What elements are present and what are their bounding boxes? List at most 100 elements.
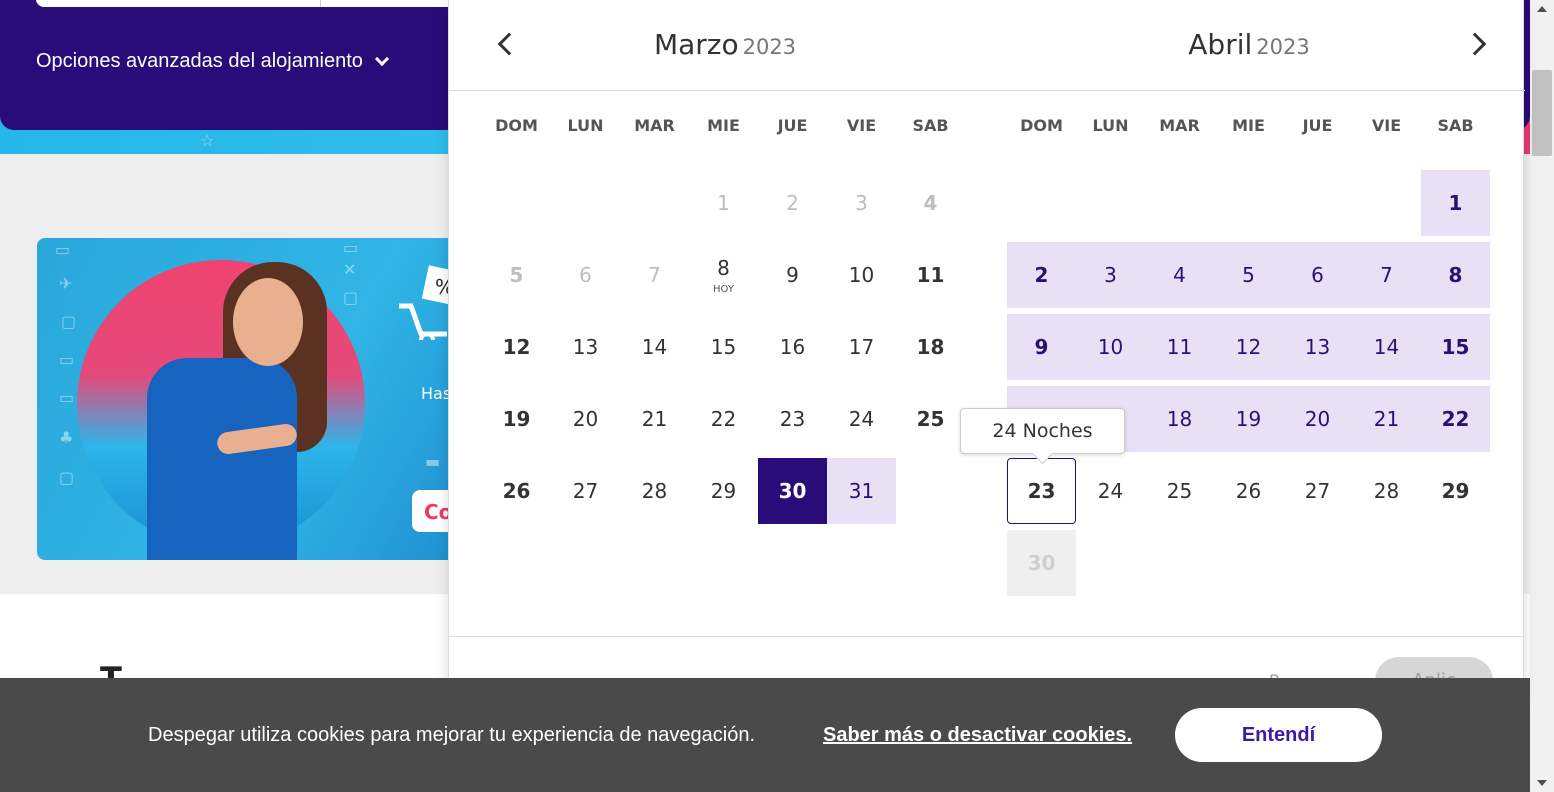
nights-tooltip: 24 Noches: [960, 408, 1125, 454]
day-number: 19: [1235, 407, 1262, 431]
ticket-icon: ✕: [343, 260, 357, 279]
day-number: 7: [648, 263, 661, 287]
calendar-day[interactable]: 6: [1283, 242, 1352, 308]
day-number: 26: [502, 479, 531, 503]
promo-text: Has: [421, 384, 452, 403]
calendar-day[interactable]: 5: [482, 242, 551, 308]
calendar-day[interactable]: 24: [827, 386, 896, 452]
calendar-day[interactable]: 7: [620, 242, 689, 308]
calendar-day[interactable]: 8 HOY: [689, 242, 758, 308]
chevron-left-icon[interactable]: [497, 32, 521, 56]
calendar-day[interactable]: 21: [1352, 386, 1421, 452]
star-icon: ☆: [200, 131, 215, 150]
calendar-day[interactable]: 1: [1421, 170, 1490, 236]
calendar-day[interactable]: 23: [758, 386, 827, 452]
date-picker-header: Marzo 2023 Abril 2023: [449, 0, 1525, 91]
promo-person: [147, 358, 297, 560]
calendar-day[interactable]: 25: [896, 386, 965, 452]
weekday-label: MIE: [1232, 116, 1265, 135]
calendar-day[interactable]: 23: [1007, 458, 1076, 524]
calendar-day[interactable]: 13: [551, 314, 620, 380]
calendar-day[interactable]: 13: [1283, 314, 1352, 380]
calendar-day[interactable]: 19: [1214, 386, 1283, 452]
calendar-day[interactable]: 22: [689, 386, 758, 452]
day-number: 2: [786, 191, 799, 215]
calendar-day[interactable]: 28: [1352, 458, 1421, 524]
calendar-day[interactable]: 14: [620, 314, 689, 380]
weekday-header-april: DOM LUN MAR MIE JUE VIE SAB: [1007, 116, 1490, 135]
day-number: 19: [502, 407, 531, 431]
calendar-day[interactable]: 11: [1145, 314, 1214, 380]
day-number: 27: [572, 479, 599, 503]
calendar-day[interactable]: 3: [1076, 242, 1145, 308]
calendar-day[interactable]: 29: [689, 458, 758, 524]
calendar-day[interactable]: 2: [758, 170, 827, 236]
scroll-down-icon[interactable]: [1537, 780, 1547, 786]
calendar-day[interactable]: 27: [551, 458, 620, 524]
calendar-day[interactable]: 16: [758, 314, 827, 380]
calendar-day[interactable]: 12: [482, 314, 551, 380]
calendar-day[interactable]: 11: [896, 242, 965, 308]
calendar-day[interactable]: 5: [1214, 242, 1283, 308]
calendar-day[interactable]: 17: [827, 314, 896, 380]
day-number: 10: [848, 263, 875, 287]
day-number: 31: [848, 479, 875, 503]
calendar-day[interactable]: 15: [689, 314, 758, 380]
calendar-day[interactable]: 20: [551, 386, 620, 452]
cookie-message: Despegar utiliza cookies para mejorar tu…: [148, 724, 756, 746]
day-number: 28: [1373, 479, 1400, 503]
calendar-day[interactable]: 28: [620, 458, 689, 524]
weekday-label: MAR: [1159, 116, 1200, 135]
day-number: 24: [848, 407, 875, 431]
calendar-day[interactable]: 26: [1214, 458, 1283, 524]
calendar-day[interactable]: 18: [896, 314, 965, 380]
chevron-down-icon: [374, 51, 389, 66]
calendar-day[interactable]: 9: [758, 242, 827, 308]
day-number: 29: [1441, 479, 1470, 503]
cookie-accept-button[interactable]: Entendí: [1175, 708, 1382, 762]
calendar-day[interactable]: 14: [1352, 314, 1421, 380]
calendar-day[interactable]: 26: [482, 458, 551, 524]
calendar-day[interactable]: 30: [1007, 530, 1076, 596]
calendar-day[interactable]: 31: [827, 458, 896, 524]
calendar-day[interactable]: 4: [1145, 242, 1214, 308]
promo-banner[interactable]: ▭ ✈ ▢ ▭ ▭ ♣ ▢ ▭ ✕ ▢ % Has ▬ Co: [37, 238, 467, 560]
search-fields[interactable]: [36, 0, 466, 7]
calendar-day[interactable]: 1: [689, 170, 758, 236]
calendar-day[interactable]: 10: [1076, 314, 1145, 380]
scroll-up-icon[interactable]: [1537, 6, 1547, 12]
scrollbar-thumb[interactable]: [1532, 70, 1552, 156]
cookie-settings-link[interactable]: Saber más o desactivar cookies.: [823, 724, 1132, 747]
calendar-day[interactable]: 19: [482, 386, 551, 452]
advanced-options-label: Opciones avanzadas del alojamiento: [36, 50, 363, 72]
calendar-day[interactable]: 29: [1421, 458, 1490, 524]
calendar-day[interactable]: 3: [827, 170, 896, 236]
calendar-day[interactable]: 9: [1007, 314, 1076, 380]
calendar-day[interactable]: 10: [827, 242, 896, 308]
calendar-day[interactable]: 22: [1421, 386, 1490, 452]
calendar-day[interactable]: 21: [620, 386, 689, 452]
weekday-label: SAB: [912, 116, 949, 135]
promo-person-face: [233, 278, 303, 366]
calendar-day[interactable]: 7: [1352, 242, 1421, 308]
chevron-right-icon[interactable]: [1463, 32, 1487, 56]
day-number: 9: [786, 263, 799, 287]
calendar-day[interactable]: 25: [1145, 458, 1214, 524]
calendar-day[interactable]: 27: [1283, 458, 1352, 524]
calendar-day[interactable]: 8: [1421, 242, 1490, 308]
calendar-day[interactable]: 2: [1007, 242, 1076, 308]
calendar-day[interactable]: 24: [1076, 458, 1145, 524]
day-number: 27: [1304, 479, 1331, 503]
calendar-day[interactable]: 20: [1283, 386, 1352, 452]
calendar-day[interactable]: 6: [551, 242, 620, 308]
day-number: 5: [509, 263, 524, 287]
page-scrollbar[interactable]: [1530, 0, 1554, 792]
cookie-banner: Despegar utiliza cookies para mejorar tu…: [0, 678, 1530, 792]
calendar-day[interactable]: 30: [758, 458, 827, 524]
briefcase-icon: ▢: [59, 468, 75, 487]
calendar-day[interactable]: 4: [896, 170, 965, 236]
advanced-options-toggle[interactable]: Opciones avanzadas del alojamiento: [36, 50, 389, 73]
calendar-day[interactable]: 12: [1214, 314, 1283, 380]
calendar-day[interactable]: 15: [1421, 314, 1490, 380]
calendar-day[interactable]: 18: [1145, 386, 1214, 452]
